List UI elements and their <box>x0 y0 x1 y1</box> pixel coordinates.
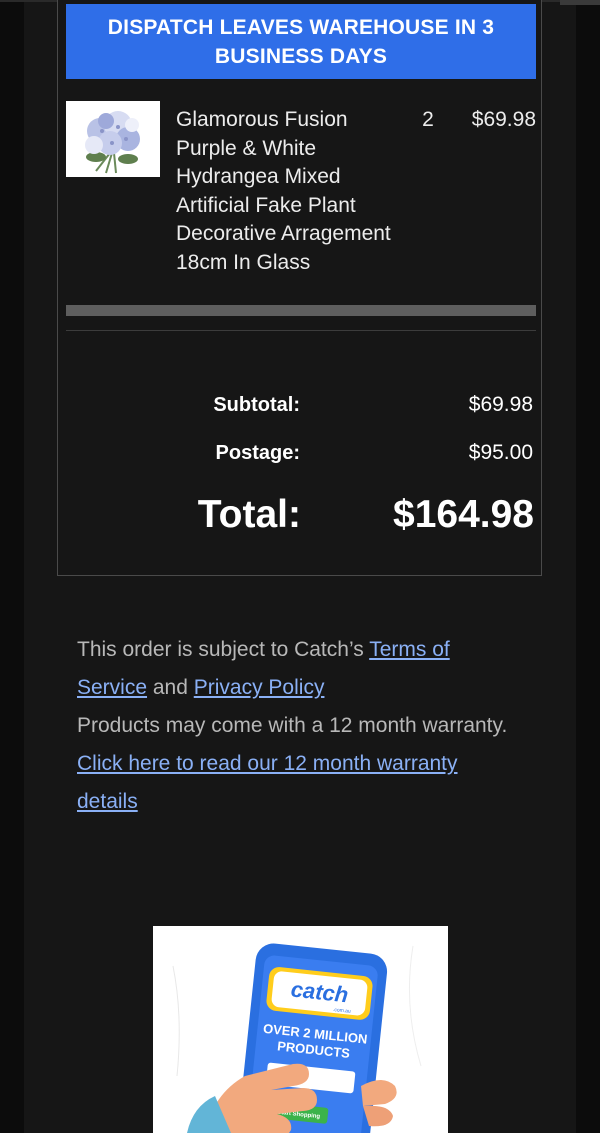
summary-divider <box>66 330 536 331</box>
left-gutter <box>0 0 24 1133</box>
horizontal-scrollbar[interactable] <box>66 305 536 316</box>
postage-label: Postage: <box>215 442 300 464</box>
subtotal-value: $69.98 <box>468 393 533 416</box>
top-edge-accent <box>560 0 600 5</box>
product-quantity: 2 <box>422 108 434 131</box>
order-summary-card: DISPATCH LEAVES WAREHOUSE IN 3 BUSINESS … <box>57 0 542 576</box>
warranty-note: Products may come with a 12 month warran… <box>77 714 508 737</box>
product-name[interactable]: Glamorous Fusion Purple & White Hydrange… <box>176 106 401 277</box>
catch-promo-banner[interactable]: catch .com.au OVER 2 MILLION PRODUCTS St… <box>153 926 448 1133</box>
total-value: $164.98 <box>393 493 534 536</box>
right-gutter <box>576 0 600 1133</box>
warranty-details-link[interactable]: Click here to read our 12 month warranty… <box>77 752 458 813</box>
subtotal-label: Subtotal: <box>213 394 300 416</box>
dispatch-banner-text: DISPATCH LEAVES WAREHOUSE IN 3 BUSINESS … <box>107 15 495 68</box>
dispatch-banner: DISPATCH LEAVES WAREHOUSE IN 3 BUSINESS … <box>66 4 536 79</box>
order-terms-note: This order is subject to Catch’s Terms o… <box>77 631 517 821</box>
postage-value: $95.00 <box>468 441 533 464</box>
terms-intro-text: This order is subject to Catch’s <box>77 638 370 661</box>
product-thumbnail[interactable] <box>66 101 160 177</box>
privacy-policy-link[interactable]: Privacy Policy <box>194 676 325 699</box>
and-text: and <box>147 676 194 699</box>
phone-illustration: catch .com.au OVER 2 MILLION PRODUCTS St… <box>153 926 448 1133</box>
hydrangea-icon <box>66 101 160 177</box>
total-label: Total: <box>197 493 301 536</box>
product-price: $69.98 <box>471 108 536 131</box>
